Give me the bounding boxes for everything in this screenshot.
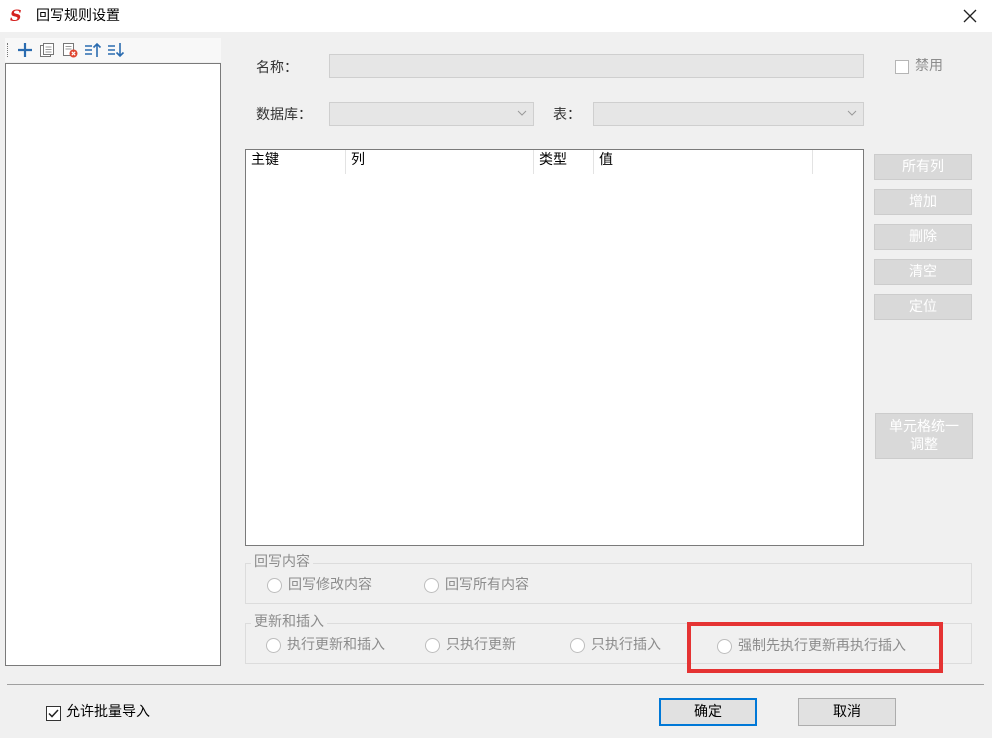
table-select[interactable]	[593, 102, 864, 126]
move-down-button[interactable]	[106, 40, 126, 60]
move-up-button[interactable]	[83, 40, 103, 60]
add-rule-button[interactable]	[15, 40, 35, 60]
batch-import-checkbox[interactable]	[46, 706, 61, 721]
chevron-down-icon	[517, 110, 527, 116]
batch-import-label: 允许批量导入	[66, 704, 150, 720]
delete-button[interactable]: 删除	[874, 224, 972, 250]
name-label: 名称：	[256, 60, 298, 76]
rule-list-toolbar	[5, 38, 221, 62]
radio-writeback-all-label: 回写所有内容	[445, 577, 529, 593]
close-button[interactable]	[958, 4, 982, 28]
move-up-icon	[85, 42, 102, 57]
move-down-icon	[108, 43, 125, 58]
radio-update-and-insert[interactable]	[266, 638, 281, 653]
radio-insert-only[interactable]	[570, 638, 585, 653]
rule-list[interactable]	[5, 63, 221, 666]
add-icon	[18, 43, 32, 57]
toolbar-grip[interactable]	[7, 43, 10, 57]
unify-cell-label-line1: 单元格统一	[889, 419, 959, 435]
all-columns-button[interactable]: 所有列	[874, 154, 972, 180]
copy-rule-button[interactable]	[37, 40, 57, 60]
name-input[interactable]	[329, 54, 864, 78]
delete-icon	[63, 43, 78, 58]
radio-update-and-insert-label: 执行更新和插入	[287, 637, 385, 653]
close-icon	[963, 9, 977, 23]
disable-checkbox[interactable]	[895, 60, 909, 74]
app-logo-icon: S	[10, 6, 22, 25]
database-label: 数据库：	[256, 107, 312, 123]
footer-separator	[7, 684, 984, 685]
writeback-rule-dialog: S 回写规则设置 名称： 禁用 数据库： 表： 主键 列 类型 值 所有列 增加…	[0, 0, 992, 738]
cancel-button[interactable]: 取消	[798, 698, 896, 726]
column-mapping-table[interactable]: 主键 列 类型 值	[245, 149, 864, 546]
column-header-primary-key[interactable]: 主键	[246, 150, 346, 174]
disable-label: 禁用	[915, 58, 943, 74]
title-bar: S 回写规则设置	[0, 0, 992, 32]
table-label: 表：	[553, 107, 581, 123]
radio-writeback-modified-label: 回写修改内容	[288, 577, 372, 593]
database-select[interactable]	[329, 102, 534, 126]
update-insert-title: 更新和插入	[251, 614, 327, 630]
highlight-box	[687, 622, 943, 673]
radio-writeback-modified[interactable]	[267, 578, 282, 593]
add-button[interactable]: 增加	[874, 189, 972, 215]
column-header-column[interactable]: 列	[346, 150, 534, 174]
unify-cell-button[interactable]: 单元格统一 调整	[875, 413, 973, 459]
delete-rule-button[interactable]	[60, 40, 80, 60]
checkmark-icon	[48, 709, 59, 718]
clear-button[interactable]: 清空	[874, 259, 972, 285]
radio-update-only[interactable]	[425, 638, 440, 653]
radio-update-only-label: 只执行更新	[446, 637, 516, 653]
locate-button[interactable]: 定位	[874, 294, 972, 320]
radio-writeback-all[interactable]	[424, 578, 439, 593]
unify-cell-label-line2: 调整	[910, 437, 938, 453]
copy-icon	[40, 43, 54, 57]
writeback-content-title: 回写内容	[251, 554, 313, 570]
column-header-type[interactable]: 类型	[534, 150, 594, 174]
column-header-value[interactable]: 值	[594, 150, 813, 174]
radio-insert-only-label: 只执行插入	[591, 637, 661, 653]
chevron-down-icon	[847, 110, 857, 116]
ok-button[interactable]: 确定	[659, 698, 757, 726]
window-title: 回写规则设置	[36, 8, 120, 24]
